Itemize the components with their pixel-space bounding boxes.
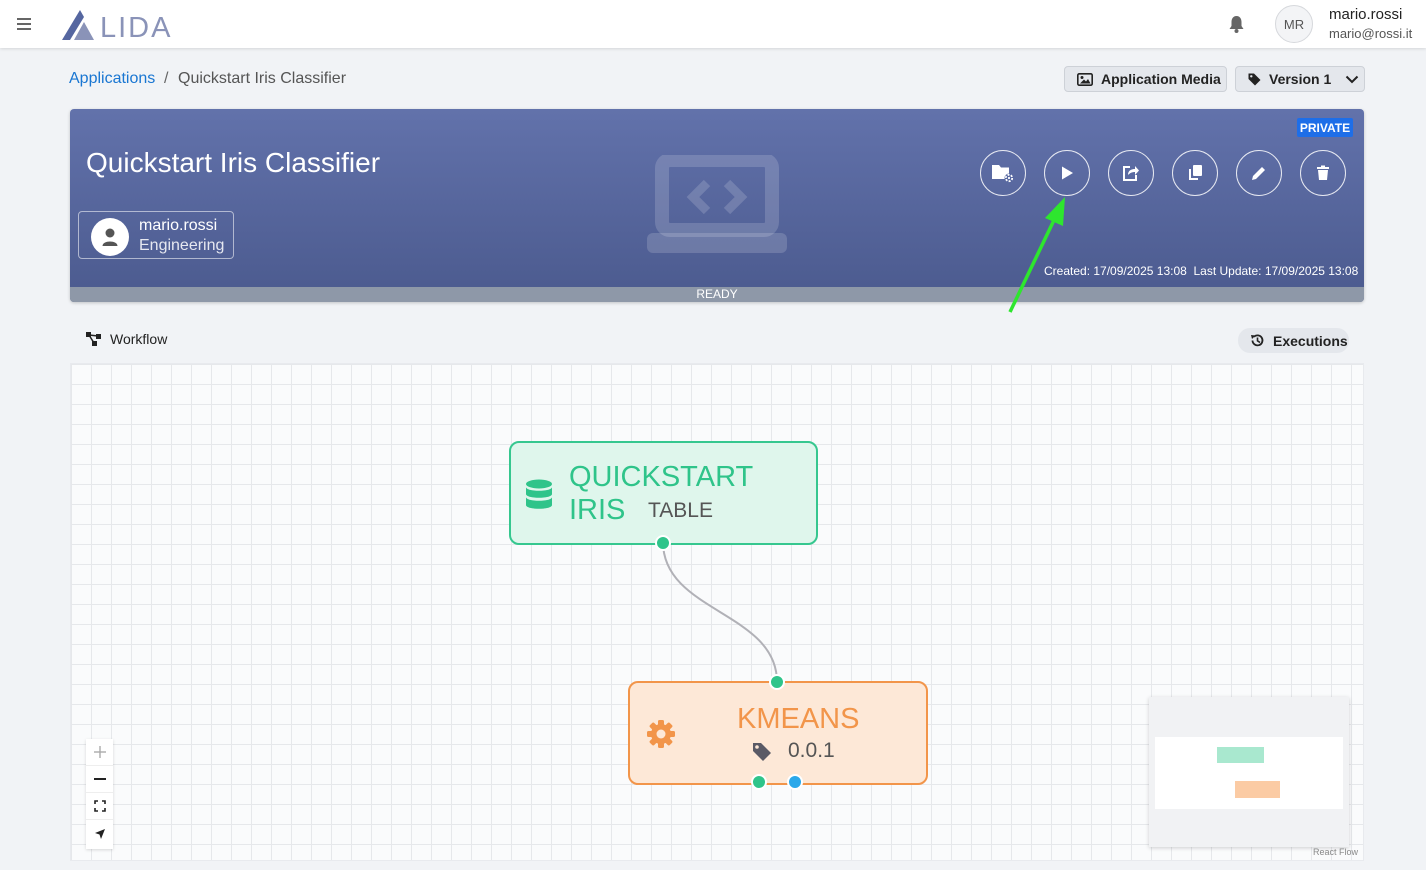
interactive-toggle-button[interactable] — [86, 820, 113, 847]
service-node-version: 0.0.1 — [788, 739, 835, 762]
menu-icon[interactable] — [14, 14, 34, 34]
workflow-label: Workflow — [110, 331, 168, 347]
share-icon — [1123, 166, 1139, 181]
dataset-node[interactable]: QUICKSTART IRIS TABLE — [509, 441, 818, 545]
service-input-handle[interactable] — [769, 674, 785, 690]
fit-view-icon — [93, 800, 106, 812]
application-header-card: Quickstart Iris Classifier mario.rossi E… — [70, 109, 1364, 302]
service-model-handle[interactable] — [787, 774, 803, 790]
executions-button[interactable]: Executions — [1238, 328, 1349, 353]
owner-avatar — [91, 218, 129, 256]
edit-icon — [1252, 167, 1265, 180]
history-icon — [1251, 334, 1264, 347]
user-email: mario@rossi.it — [1329, 26, 1413, 41]
database-icon — [526, 479, 552, 509]
updated-label: Last Update: — [1193, 264, 1262, 278]
person-icon — [102, 228, 118, 246]
flow-controls — [86, 739, 113, 849]
breadcrumb-applications-link[interactable]: Applications — [69, 70, 155, 88]
updated-value: 17/09/2025 13:08 — [1264, 264, 1359, 278]
logo-text: LIDA — [100, 12, 173, 44]
minus-icon — [93, 778, 106, 780]
workflow-icon — [86, 332, 102, 346]
top-bar: LIDA MR mario.rossi mario@rossi.it — [0, 0, 1426, 48]
notification-bell-icon[interactable] — [1228, 15, 1245, 33]
dates-line: Created: 17/09/2025 13:08 Last Update: 1… — [1044, 264, 1358, 278]
service-output-handle[interactable] — [751, 774, 767, 790]
minimap[interactable] — [1149, 697, 1349, 847]
edit-button[interactable] — [1236, 150, 1282, 196]
share-button[interactable] — [1108, 150, 1154, 196]
dataset-node-subtitle: TABLE — [648, 499, 713, 522]
version-select[interactable]: Version 1 — [1235, 66, 1365, 92]
application-media-button[interactable]: Application Media — [1064, 66, 1227, 92]
version-label: Version 1 — [1269, 71, 1332, 87]
dataset-output-handle[interactable] — [655, 535, 671, 551]
annotation-arrow — [1008, 197, 1065, 313]
image-icon — [1077, 72, 1093, 86]
visibility-badge: PRIVATE — [1297, 118, 1353, 137]
workflow-canvas[interactable]: QUICKSTART IRIS TABLE KMEANS 0.0.1 React… — [70, 363, 1364, 861]
application-title: Quickstart Iris Classifier — [86, 147, 381, 178]
user-avatar[interactable]: MR — [1275, 5, 1313, 43]
user-name: mario.rossi — [1329, 6, 1403, 23]
minimap-service-node — [1235, 781, 1280, 798]
service-node-title: KMEANS — [737, 703, 860, 735]
gear-icon — [647, 720, 675, 748]
owner-chip[interactable]: mario.rossi Engineering — [78, 211, 234, 259]
created-value: 17/09/2025 13:08 — [1093, 264, 1187, 278]
code-laptop-icon — [647, 155, 787, 253]
owner-team: Engineering — [139, 237, 225, 254]
executions-label: Executions — [1273, 332, 1348, 349]
chevron-down-icon — [1346, 75, 1359, 83]
delete-icon — [1317, 165, 1329, 180]
plus-icon — [93, 746, 106, 758]
duplicate-button[interactable] — [1172, 150, 1218, 196]
folder-settings-icon — [992, 165, 1014, 183]
application-media-label: Application Media — [1101, 71, 1221, 87]
breadcrumb-current: Quickstart Iris Classifier — [178, 70, 347, 87]
zoom-in-button[interactable] — [86, 739, 113, 766]
tag-icon — [1248, 73, 1261, 85]
navigation-arrow-icon — [94, 828, 105, 839]
react-flow-attribution[interactable]: React Flow — [1313, 847, 1358, 857]
status-bar: READY — [70, 287, 1364, 302]
service-node[interactable]: KMEANS 0.0.1 — [628, 681, 928, 785]
owner-name: mario.rossi — [139, 217, 218, 234]
tag-icon — [753, 743, 771, 761]
breadcrumb-separator: / — [164, 70, 169, 87]
fit-view-button[interactable] — [86, 793, 113, 820]
copy-icon — [1189, 165, 1202, 180]
play-icon — [1062, 166, 1073, 180]
app-logo[interactable]: LIDA — [60, 6, 180, 44]
minimap-dataset-node — [1217, 747, 1264, 763]
delete-button[interactable] — [1300, 150, 1346, 196]
zoom-out-button[interactable] — [86, 766, 113, 793]
